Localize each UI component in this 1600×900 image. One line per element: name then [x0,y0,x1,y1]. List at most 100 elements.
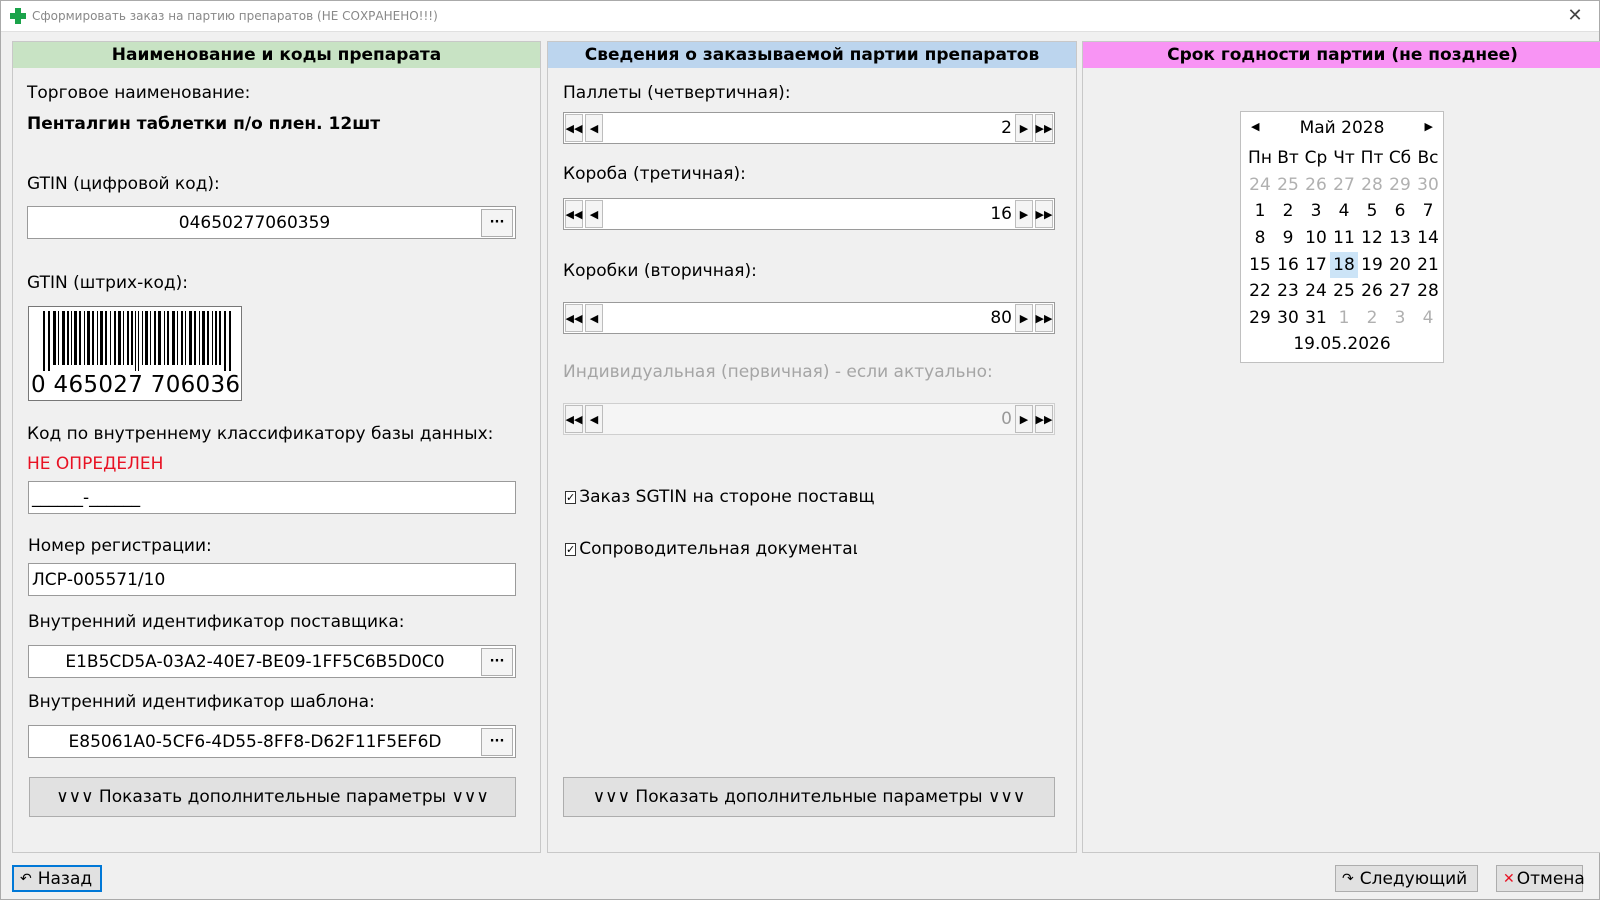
supplier-id-browse-button[interactable]: ··· [481,647,513,676]
calendar-day[interactable]: 11 [1330,225,1358,252]
next-icon[interactable]: ▶ [1015,114,1033,142]
cancel-button-label: Отмена [1516,868,1585,889]
next-icon[interactable]: ▶ [1015,200,1033,228]
last-icon[interactable]: ▶▶ [1035,200,1053,228]
gtin-browse-button[interactable]: ··· [481,208,513,237]
db-code-status: НЕ ОПРЕДЕЛЕН [27,454,164,474]
calendar-day[interactable]: 5 [1358,198,1386,225]
next-icon[interactable]: ▶ [1015,304,1033,332]
close-icon[interactable]: ✕ [1565,5,1585,26]
calendar-day[interactable]: 24 [1246,172,1274,199]
calendar-day[interactable]: 29 [1386,172,1414,199]
next-button[interactable]: ↷ Следующий [1335,865,1478,892]
calendar-day[interactable]: 4 [1414,305,1442,332]
template-id-label: Внутренний идентификатор шаблона: [28,692,375,712]
window-title: Сформировать заказ на партию препаратов … [32,9,438,23]
calendar-day[interactable]: 15 [1246,252,1274,279]
sgtin-checkbox[interactable]: ✓ Заказ SGTIN на стороне поставщи [565,487,875,507]
back-button[interactable]: ↶ Назад [12,865,102,892]
pallets-spinner[interactable]: ◀◀ ◀ 2 ▶ ▶▶ [563,112,1055,144]
checkmark-icon[interactable]: ✓ [565,490,577,504]
prev-icon[interactable]: ◀ [585,304,603,332]
sgtin-checkbox-label: Заказ SGTIN на стороне поставщи [579,487,875,507]
last-icon[interactable]: ▶▶ [1035,114,1053,142]
calendar-day[interactable]: 6 [1386,198,1414,225]
expiry-calendar[interactable]: ◀ Май 2028 ▶ Пн Вт Ср Чт Пт Сб Вс 24 25 26 27 28 29 3… [1240,111,1444,363]
reg-number-field[interactable]: ЛСР-005571/10 [28,563,516,596]
calendar-day[interactable]: 9 [1274,225,1302,252]
calendar-day[interactable]: 25 [1274,172,1302,199]
calendar-day[interactable]: 17 [1302,252,1330,279]
calendar-day[interactable]: 12 [1358,225,1386,252]
cancel-button[interactable]: ✕ Отмена [1496,865,1585,892]
template-id-field[interactable]: E85061A0-5CF6-4D55-8FF8-D62F11F5EF6D ··· [28,725,516,758]
calendar-day[interactable]: 28 [1358,172,1386,199]
prev-icon[interactable]: ◀ [585,200,603,228]
boxes-label: Короба (третичная): [563,164,746,184]
template-id-browse-button[interactable]: ··· [481,727,513,756]
calendar-day[interactable]: 31 [1302,305,1330,332]
calendar-weekday: Пт [1360,148,1384,168]
gtin-digital-field[interactable]: 04650277060359 ··· [27,206,516,239]
cartons-spinner[interactable]: ◀◀ ◀ 80 ▶ ▶▶ [563,302,1055,334]
calendar-day[interactable]: 1 [1330,305,1358,332]
calendar-day[interactable]: 28 [1414,278,1442,305]
calendar-day[interactable]: 23 [1274,278,1302,305]
first-icon[interactable]: ◀◀ [565,200,583,228]
calendar-day[interactable]: 30 [1274,305,1302,332]
template-id-value: E85061A0-5CF6-4D55-8FF8-D62F11F5EF6D [68,731,442,752]
supplier-id-label: Внутренний идентификатор поставщика: [28,612,405,632]
calendar-day[interactable]: 21 [1414,252,1442,279]
db-code-value: ______-______ [32,487,141,508]
prev-icon[interactable]: ◀ [585,114,603,142]
calendar-day[interactable]: 8 [1246,225,1274,252]
calendar-day[interactable]: 4 [1330,198,1358,225]
batch-info-panel-header: Сведения о заказываемой партии препарато… [548,42,1076,68]
trade-name-value: Пенталгин таблетки п/о плен. 12шт [27,114,381,134]
calendar-day[interactable]: 2 [1274,198,1302,225]
checkmark-icon[interactable]: ✓ [565,542,577,556]
calendar-weekday: Сб [1388,148,1412,168]
db-code-field[interactable]: ______-______ [28,481,516,514]
calendar-day[interactable]: 30 [1414,172,1442,199]
calendar-day[interactable]: 27 [1330,172,1358,199]
calendar-day[interactable]: 24 [1302,278,1330,305]
show-more-params-button-middle[interactable]: ∨∨∨ Показать дополнительные параметры ∨∨… [563,777,1055,817]
calendar-day[interactable]: 10 [1302,225,1330,252]
show-more-params-button-left[interactable]: ∨∨∨ Показать дополнительные параметры ∨∨… [29,777,516,817]
calendar-day[interactable]: 26 [1358,278,1386,305]
first-icon[interactable]: ◀◀ [565,114,583,142]
last-icon[interactable]: ▶▶ [1035,304,1053,332]
docs-checkbox[interactable]: ✓ Сопроводительная документаци [565,539,857,559]
calendar-day[interactable]: 13 [1386,225,1414,252]
boxes-spinner[interactable]: ◀◀ ◀ 16 ▶ ▶▶ [563,198,1055,230]
calendar-day[interactable]: 3 [1386,305,1414,332]
calendar-day[interactable]: 19 [1358,252,1386,279]
next-month-icon[interactable]: ▶ [1425,120,1433,133]
calendar-day[interactable]: 3 [1302,198,1330,225]
barcode-bars [43,311,231,371]
calendar-day[interactable]: 2 [1358,305,1386,332]
calendar-day[interactable]: 26 [1302,172,1330,199]
redo-icon: ↷ [1342,870,1354,887]
calendar-day[interactable]: 29 [1246,305,1274,332]
first-icon[interactable]: ◀◀ [565,304,583,332]
calendar-day[interactable]: 25 [1330,278,1358,305]
supplier-id-field[interactable]: E1B5CD5A-03A2-40E7-BE09-1FF5C6B5D0C0 ··· [28,645,516,678]
calendar-today[interactable]: 19.05.2026 [1241,334,1443,354]
green-cross-app-icon [10,8,26,24]
calendar-day[interactable]: 22 [1246,278,1274,305]
calendar-day[interactable]: 14 [1414,225,1442,252]
calendar-weekday: Вс [1417,148,1439,168]
calendar-day[interactable]: 1 [1246,198,1274,225]
calendar-day[interactable]: 20 [1386,252,1414,279]
calendar-day[interactable]: 27 [1386,278,1414,305]
batch-info-panel: Сведения о заказываемой партии препарато… [547,41,1077,853]
gtin-barcode-label: GTIN (штрих-код): [27,273,188,293]
calendar-day[interactable]: 7 [1414,198,1442,225]
calendar-day-selected[interactable]: 18 [1330,251,1358,279]
docs-checkbox-label: Сопроводительная документаци [579,539,857,559]
calendar-day[interactable]: 16 [1274,252,1302,279]
cartons-value: 80 [990,308,1012,328]
gtin-digital-value: 04650277060359 [178,212,331,233]
